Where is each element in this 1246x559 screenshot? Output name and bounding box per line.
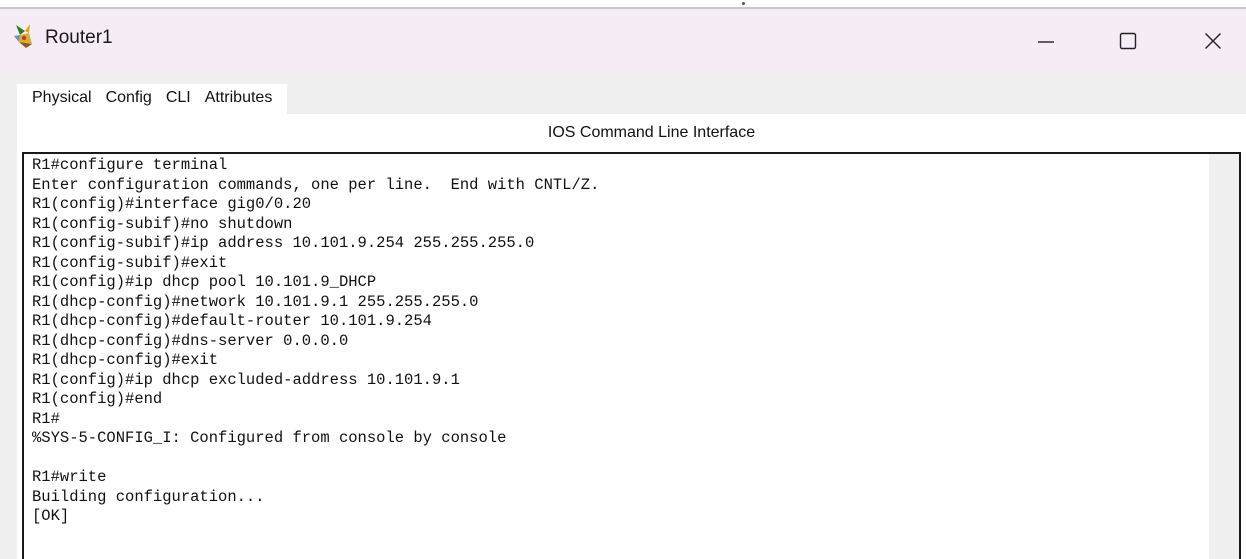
divider-dot bbox=[742, 2, 745, 5]
terminal-line: [OK] bbox=[32, 507, 70, 525]
terminal-line: Enter configuration commands, one per li… bbox=[32, 175, 600, 194]
tab-physical[interactable]: Physical bbox=[25, 86, 99, 114]
window-top-edge bbox=[0, 0, 1246, 9]
terminal-line: R1(dhcp-config)#dns-server 0.0.0.0 bbox=[32, 331, 349, 350]
terminal-line: %SYS-5-CONFIG_I: Configured from console… bbox=[32, 429, 507, 447]
cli-terminal[interactable]: R1#configure terminal Enter configuration… bbox=[22, 152, 1241, 559]
minimize-button[interactable] bbox=[1016, 9, 1076, 73]
router-app-icon bbox=[11, 22, 37, 50]
cli-panel: IOS Command Line Interface R1#configure … bbox=[17, 114, 1246, 559]
terminal-line: R1(config)#ip dhcp pool 10.101.9_DHCP bbox=[32, 273, 377, 291]
terminal-line: Building configuration... bbox=[32, 487, 265, 506]
close-button[interactable] bbox=[1183, 9, 1243, 73]
panel-title: IOS Command Line Interface bbox=[547, 124, 756, 141]
terminal-line: R1#configure terminal bbox=[32, 156, 228, 174]
terminal-line: R1(dhcp-config)#exit bbox=[32, 351, 219, 369]
terminal-line: R1(config-subif)#no shutdown bbox=[32, 214, 293, 233]
minimize-icon bbox=[1037, 32, 1055, 50]
close-icon bbox=[1204, 32, 1222, 50]
terminal-line: R1(config-subif)#exit bbox=[32, 253, 228, 272]
terminal-line: R1# bbox=[32, 409, 60, 428]
router-window: Router1 Physical Config CLI Attributes I… bbox=[0, 0, 1246, 559]
title-bar[interactable]: Router1 bbox=[0, 9, 1246, 73]
maximize-icon bbox=[1119, 32, 1137, 50]
terminal-line: R1#write bbox=[32, 468, 107, 486]
maximize-button[interactable] bbox=[1098, 9, 1158, 73]
terminal-output[interactable]: R1#configure terminal Enter configuration… bbox=[32, 156, 1192, 527]
tab-config[interactable]: Config bbox=[99, 86, 159, 114]
tab-cli[interactable]: CLI bbox=[150, 86, 206, 119]
terminal-line: R1(config)#end bbox=[32, 390, 163, 408]
tab-attributes[interactable]: Attributes bbox=[198, 86, 280, 114]
terminal-line: R1(dhcp-config)#default-router 10.101.9.… bbox=[32, 312, 432, 330]
window-title: Router1 bbox=[45, 27, 113, 48]
tab-bar: Physical Config CLI Attributes bbox=[17, 84, 288, 119]
terminal-scrollbar[interactable] bbox=[1209, 154, 1239, 559]
terminal-line: R1(config-subif)#ip address 10.101.9.254… bbox=[32, 234, 535, 252]
terminal-line: R1(config)#interface gig0/0.20 bbox=[32, 195, 312, 213]
terminal-line: R1(config)#ip dhcp excluded-address 10.1… bbox=[32, 370, 460, 389]
window-content: Physical Config CLI Attributes IOS Comma… bbox=[0, 73, 1246, 559]
terminal-line: R1(dhcp-config)#network 10.101.9.1 255.2… bbox=[32, 292, 479, 311]
